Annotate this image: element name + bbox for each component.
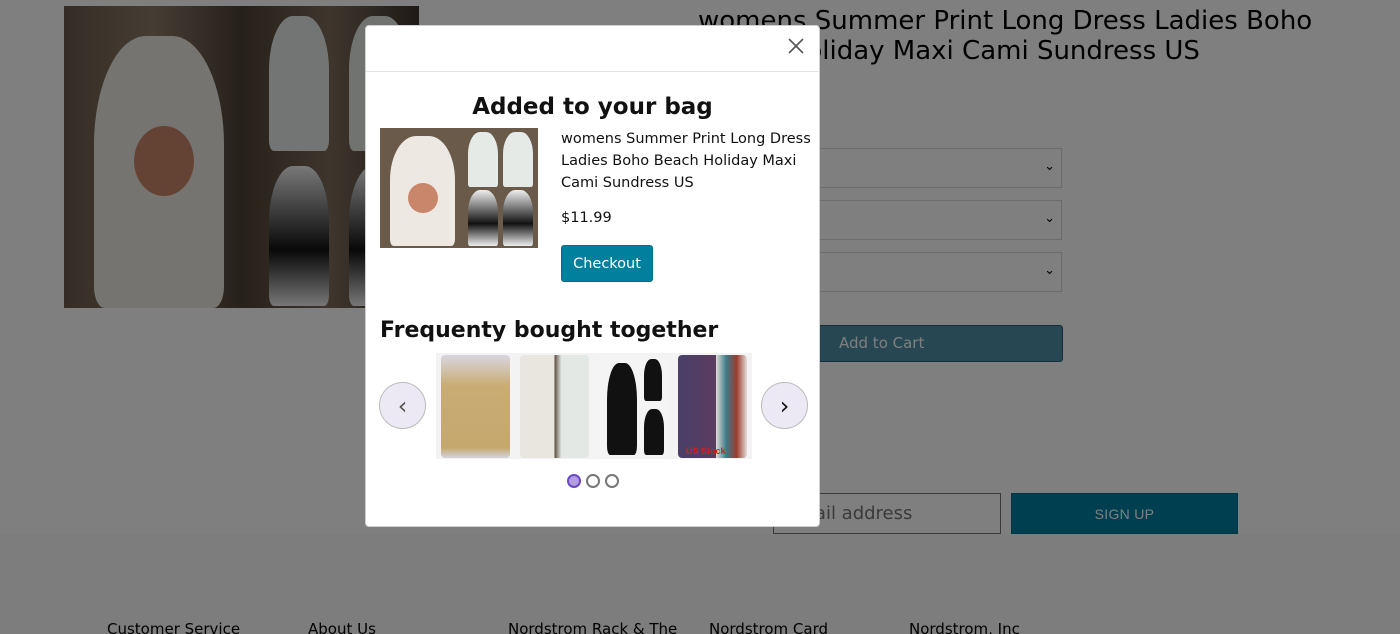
carousel-item[interactable]: US Stock Floral boho maxi dress xyxy=(678,355,747,458)
close-icon xyxy=(788,38,804,54)
carousel-dot-2[interactable] xyxy=(585,474,600,488)
carousel-pagination xyxy=(366,474,819,488)
carousel-item[interactable]: Summer print long dress xyxy=(520,355,589,458)
close-button[interactable] xyxy=(785,36,807,58)
carousel-item[interactable]: Gold sequin mermaid gown xyxy=(441,355,510,458)
modal-header xyxy=(366,26,819,72)
checkout-button[interactable]: Checkout xyxy=(561,245,653,282)
carousel-track: Gold sequin mermaid gown Summer print lo… xyxy=(436,353,752,459)
added-item-name: womens Summer Print Long Dress Ladies Bo… xyxy=(561,131,811,191)
frequently-bought-title: Frequenty bought together xyxy=(380,318,719,343)
carousel-next-button[interactable]: › xyxy=(761,382,808,429)
chevron-left-icon: ‹ xyxy=(397,391,408,420)
carousel-dot-3[interactable] xyxy=(604,474,619,488)
added-to-bag-modal: Added to your bag womens Summer Print Lo… xyxy=(365,25,820,527)
chevron-right-icon: › xyxy=(779,391,790,420)
us-stock-badge: US Stock xyxy=(686,446,726,456)
carousel-item[interactable]: Black wrap maxi dress xyxy=(599,355,668,458)
modal-title: Added to your bag xyxy=(472,94,713,120)
added-item-thumbnail xyxy=(380,128,538,248)
carousel-dot-1[interactable] xyxy=(566,474,581,488)
added-item-price: $11.99 xyxy=(561,210,612,226)
carousel-prev-button[interactable]: ‹ xyxy=(379,382,426,429)
